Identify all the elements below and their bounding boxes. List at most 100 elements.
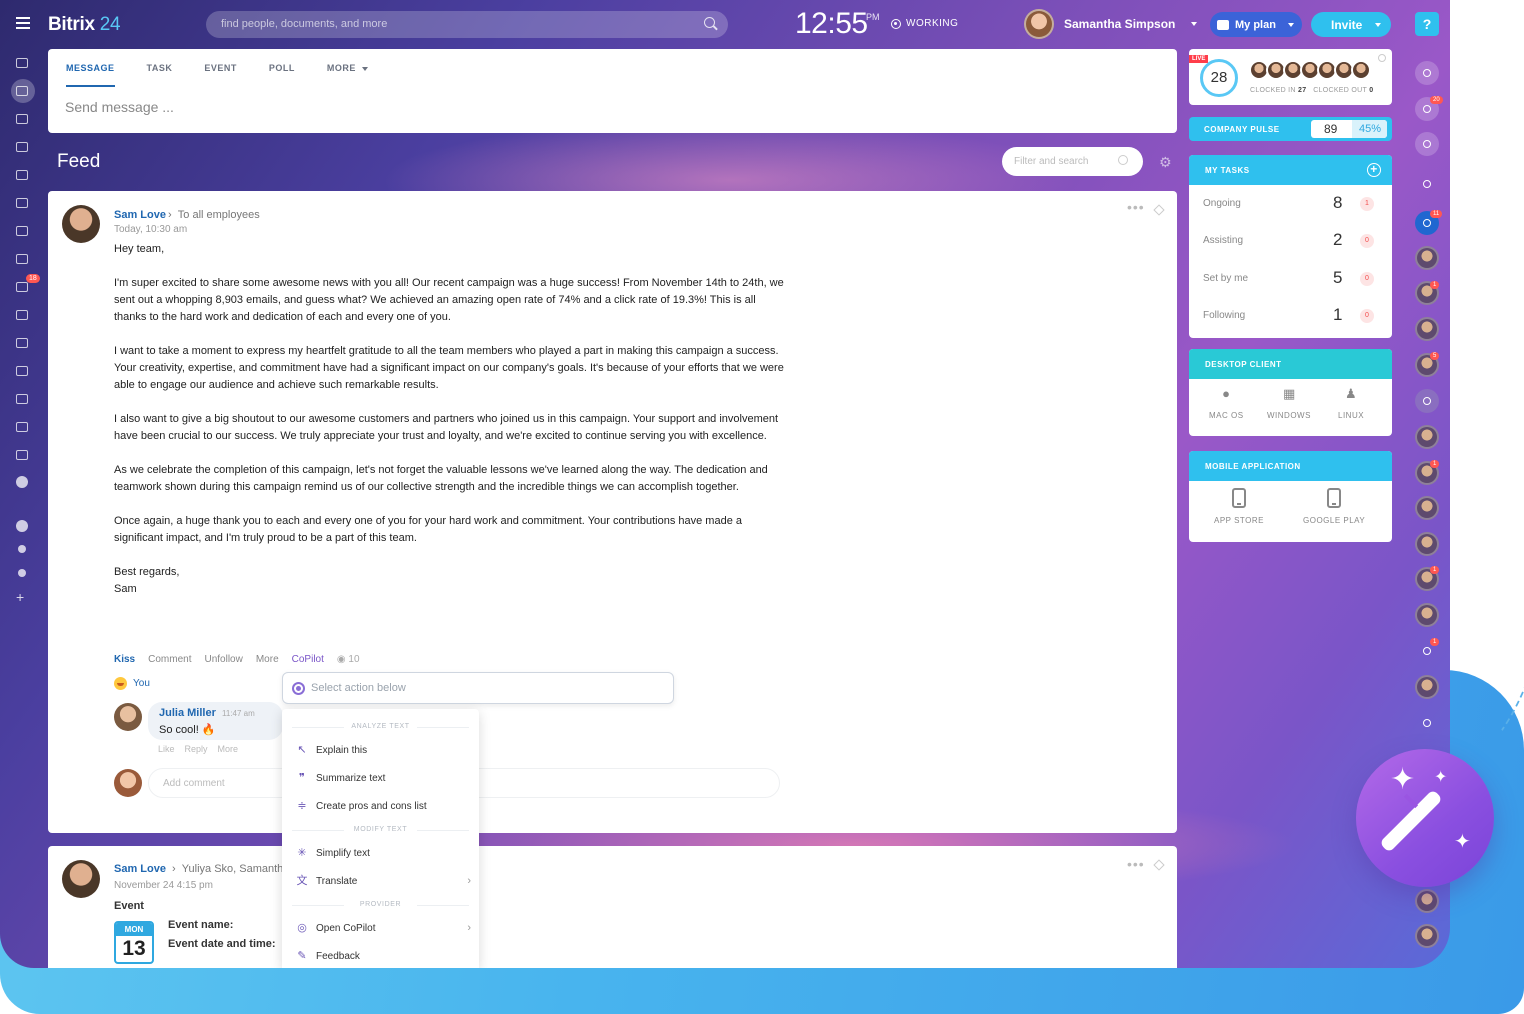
more-options-icon[interactable]: •••	[1127, 856, 1145, 872]
copilot-rail-button[interactable]	[1415, 61, 1439, 85]
user-menu[interactable]: Samantha Simpson	[1024, 9, 1198, 39]
comment-more-button[interactable]: More	[218, 744, 239, 754]
window-icon[interactable]	[16, 338, 28, 348]
app-logo[interactable]: Bitrix 24	[48, 14, 121, 36]
menu-item-simplify[interactable]: ✳ Simplify text	[296, 847, 471, 859]
download-windows[interactable]: ▦ WINDOWS	[1267, 387, 1311, 421]
tab-event[interactable]: EVENT	[204, 63, 237, 87]
help-icon[interactable]: ?	[1415, 12, 1439, 36]
plus-icon[interactable]: +	[16, 590, 24, 604]
menu-item-translate[interactable]: 文 Translate ›	[296, 875, 472, 887]
more-icon[interactable]	[16, 476, 28, 488]
more-options-icon[interactable]: •••	[1127, 199, 1145, 215]
app-window: Bitrix 24 find people, documents, and mo…	[0, 0, 1450, 968]
contact-avatar[interactable]	[1415, 675, 1439, 699]
menu-item-explain[interactable]: ↖ Explain this	[296, 744, 471, 756]
search-rail-button[interactable]	[1415, 172, 1439, 196]
global-search-input[interactable]: find people, documents, and more	[206, 11, 728, 38]
network-icon[interactable]	[18, 545, 26, 553]
contact-avatar[interactable]	[1415, 924, 1439, 948]
contact-avatar[interactable]	[1415, 889, 1439, 913]
copilot-button[interactable]: CoPilot	[292, 654, 324, 665]
post-recipient[interactable]: › To all employees	[168, 209, 260, 221]
reaction-summary[interactable]: You	[114, 677, 150, 690]
contact-avatar[interactable]	[1415, 603, 1439, 627]
contacts-icon[interactable]	[16, 394, 28, 404]
copilot-action-input[interactable]: Select action below	[282, 672, 674, 704]
unfollow-button[interactable]: Unfollow	[204, 654, 242, 665]
like-button[interactable]: Like	[158, 744, 175, 754]
info-icon[interactable]	[1378, 54, 1386, 62]
filter-icon[interactable]	[16, 310, 28, 320]
lock-icon	[1423, 397, 1431, 405]
tasks-icon[interactable]	[16, 282, 28, 292]
pin-icon[interactable]	[1153, 859, 1165, 871]
help-icon[interactable]	[16, 520, 28, 532]
contact-avatar[interactable]	[1415, 317, 1439, 341]
menu-item-feedback[interactable]: ✎ Feedback	[296, 950, 471, 962]
search-icon[interactable]	[1118, 155, 1128, 165]
feed-icon[interactable]	[16, 86, 28, 96]
more-button[interactable]: More	[256, 654, 279, 665]
store-icon[interactable]	[16, 450, 28, 460]
task-row-assisting[interactable]: Assisting 2 0	[1203, 223, 1378, 260]
tab-task[interactable]: TASK	[147, 63, 173, 87]
author-avatar[interactable]	[62, 205, 100, 243]
company-pulse-widget[interactable]: COMPANY PULSE 89 45%	[1189, 117, 1392, 141]
send-message-input[interactable]: Send message ...	[65, 99, 174, 115]
document-icon[interactable]	[16, 170, 28, 180]
chat-icon[interactable]	[16, 114, 28, 124]
contact-avatar[interactable]	[1415, 425, 1439, 449]
groups-icon[interactable]	[16, 254, 28, 264]
add-task-icon[interactable]: +	[1367, 163, 1381, 177]
sidebar-nav-icon[interactable]	[16, 58, 28, 68]
gear-icon[interactable]: ⚙	[1159, 155, 1172, 169]
search-icon[interactable]	[704, 17, 715, 28]
mail-icon[interactable]	[16, 226, 28, 236]
download-macos[interactable]: ● MAC OS	[1209, 387, 1244, 421]
drive-icon[interactable]	[16, 198, 28, 208]
reply-button[interactable]: Reply	[185, 744, 208, 754]
post-author[interactable]: Sam Love	[114, 209, 166, 221]
magic-wand-button[interactable]: ✦ ✦ ✦	[1356, 749, 1494, 887]
kiss-button[interactable]: Kiss	[114, 654, 135, 665]
user-rail-button[interactable]	[1415, 711, 1439, 735]
post-recipient[interactable]: › Yuliya Sko, Samantha	[172, 863, 289, 875]
locked-chat-button[interactable]	[1415, 389, 1439, 413]
pin-icon[interactable]	[1153, 204, 1165, 216]
download-linux[interactable]: ♟ LINUX	[1338, 387, 1364, 421]
my-tasks-header[interactable]: MY TASKS +	[1189, 155, 1392, 185]
menu-item-summarize[interactable]: ❞ Summarize text	[296, 772, 471, 784]
messages-button[interactable]	[1415, 132, 1439, 156]
task-row-ongoing[interactable]: Ongoing 8 1	[1203, 186, 1378, 223]
contact-avatar[interactable]	[1415, 496, 1439, 520]
tab-more[interactable]: MORE	[327, 63, 368, 87]
menu-icon[interactable]	[16, 17, 30, 29]
my-plan-button[interactable]: My plan	[1210, 12, 1302, 37]
automation-icon[interactable]	[16, 422, 28, 432]
invite-button[interactable]: Invite	[1311, 12, 1391, 37]
task-row-label: Following	[1203, 310, 1246, 321]
employee-avatar[interactable]	[1351, 60, 1371, 80]
live-attendance-widget[interactable]: LIVE 28 CLOCKED IN 27 CLOCKED OUT 0	[1189, 49, 1392, 105]
tab-message[interactable]: MESSAGE	[66, 63, 115, 87]
contact-avatar[interactable]	[1415, 246, 1439, 270]
calendar-icon[interactable]	[16, 142, 28, 152]
task-overdue-badge: 0	[1360, 309, 1374, 323]
post-author[interactable]: Sam Love	[114, 863, 166, 875]
tab-poll[interactable]: POLL	[269, 63, 295, 87]
work-status[interactable]: WORKING	[891, 18, 958, 29]
comment-button[interactable]: Comment	[148, 654, 191, 665]
menu-item-open-copilot[interactable]: ◎ Open CoPilot ›	[296, 922, 471, 934]
sign-icon[interactable]	[16, 366, 28, 376]
author-avatar[interactable]	[62, 860, 100, 898]
task-row-following[interactable]: Following 1 0	[1203, 298, 1378, 335]
contact-avatar[interactable]	[1415, 532, 1439, 556]
gear-icon[interactable]	[18, 569, 26, 577]
download-google-play[interactable]: GOOGLE PLAY	[1303, 488, 1365, 525]
download-app-store[interactable]: APP STORE	[1214, 488, 1264, 525]
menu-item-pros-cons[interactable]: ≑ Create pros and cons list	[296, 800, 471, 812]
comment-author[interactable]: Julia Miller	[159, 707, 216, 719]
commenter-avatar[interactable]	[114, 703, 142, 731]
task-row-set-by-me[interactable]: Set by me 5 0	[1203, 261, 1378, 298]
